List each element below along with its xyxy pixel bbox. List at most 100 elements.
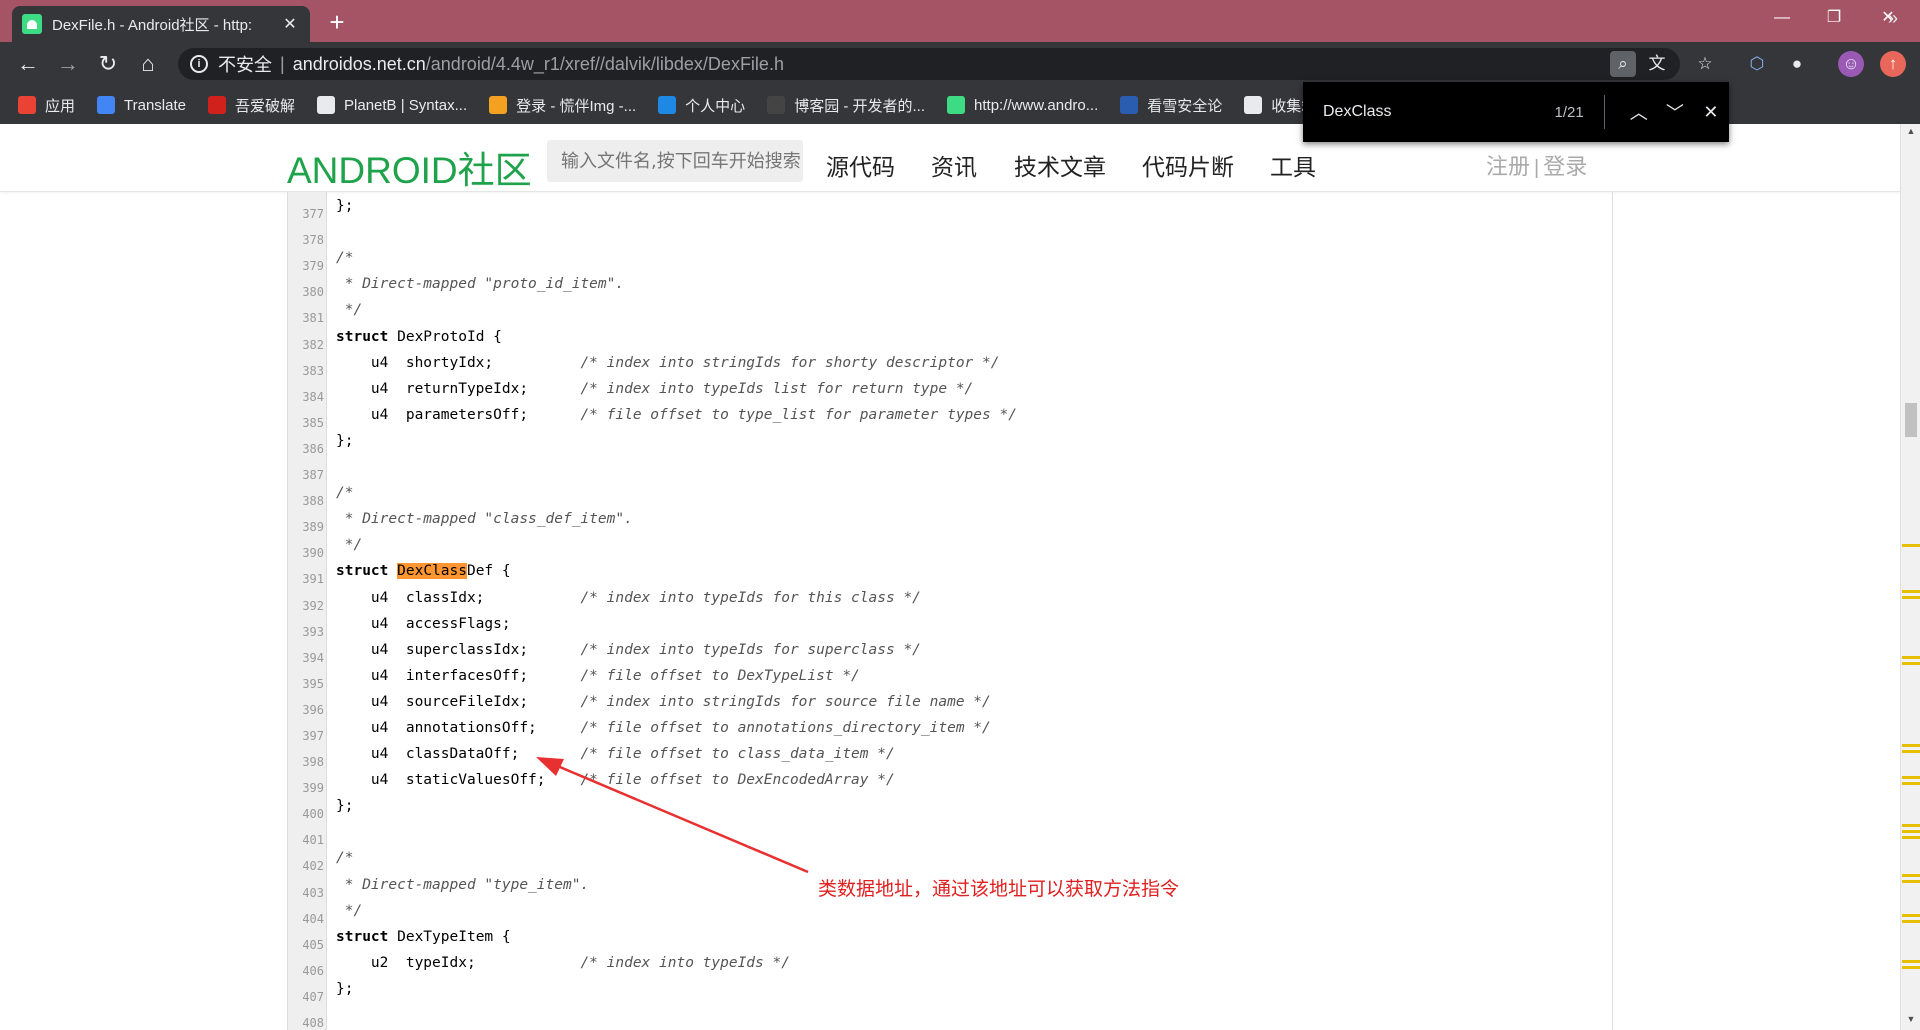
line-number[interactable]: 405 <box>288 938 324 952</box>
globe-icon <box>317 96 336 114</box>
translate-icon[interactable]: 文 <box>1644 51 1670 77</box>
url-host: androidos.net.cn <box>292 53 426 74</box>
nav-articles[interactable]: 技术文章 <box>1014 148 1106 182</box>
line-number[interactable]: 391 <box>288 572 324 586</box>
extension-cube-icon[interactable]: ⬡ <box>1744 51 1770 77</box>
line-number[interactable]: 407 <box>288 990 324 1004</box>
login-link[interactable]: 登录 <box>1543 154 1587 179</box>
line-number[interactable]: 384 <box>288 390 324 404</box>
code-line: 383 u4 shortyIdx; /* index into stringId… <box>288 353 1608 379</box>
google-translate-icon <box>97 96 116 114</box>
line-number[interactable]: 393 <box>288 625 324 639</box>
scrollbar-thumb[interactable] <box>1905 403 1917 437</box>
site-info-icon[interactable]: i <box>190 55 208 73</box>
line-number[interactable]: 382 <box>288 338 324 352</box>
nav-source[interactable]: 源代码 <box>826 148 895 182</box>
find-next-icon[interactable]: ﹀ <box>1657 99 1693 125</box>
code-line: 404 */ <box>288 901 1608 927</box>
line-number[interactable]: 377 <box>288 207 324 221</box>
line-number[interactable]: 381 <box>288 311 324 325</box>
address-bar[interactable]: i 不安全 | androidos.net.cn /android/4.4w_r… <box>178 48 1680 80</box>
code-text: u4 annotationsOff; /* file offset to ann… <box>336 719 991 736</box>
bookmark-item[interactable]: 看雪安全论 <box>1120 95 1222 116</box>
nav-tools[interactable]: 工具 <box>1270 148 1316 182</box>
scroll-up-icon[interactable]: ▲ <box>1901 126 1920 136</box>
line-number[interactable]: 385 <box>288 416 324 430</box>
bookmark-item[interactable]: 博客园 - 开发者的... <box>767 95 925 116</box>
line-number[interactable]: 401 <box>288 833 324 847</box>
line-number[interactable]: 404 <box>288 912 324 926</box>
extension-circle-icon[interactable]: ● <box>1784 51 1810 77</box>
find-input[interactable]: DexClass <box>1323 103 1495 121</box>
line-number[interactable]: 406 <box>288 964 324 978</box>
line-number[interactable]: 397 <box>288 729 324 743</box>
scroll-down-icon[interactable]: ▼ <box>1901 1014 1920 1024</box>
line-number[interactable]: 392 <box>288 599 324 613</box>
forward-arrow-icon[interactable]: → <box>54 50 82 78</box>
minimize-button[interactable]: — <box>1752 0 1812 36</box>
match-marker <box>1902 744 1920 747</box>
line-number[interactable]: 398 <box>288 755 324 769</box>
find-previous-icon[interactable]: ︿ <box>1621 99 1657 125</box>
line-number[interactable]: 390 <box>288 546 324 560</box>
find-page-icon[interactable]: ⌕ <box>1610 51 1636 77</box>
search-input[interactable] <box>547 140 803 182</box>
update-icon[interactable]: ↑ <box>1880 51 1906 77</box>
line-number[interactable]: 394 <box>288 651 324 665</box>
browser-tab[interactable]: DexFile.h - Android社区 - http: ✕ <box>12 6 310 42</box>
match-marker <box>1902 824 1920 827</box>
bookmark-item[interactable]: 个人中心 <box>658 95 745 116</box>
match-marker <box>1902 596 1920 599</box>
line-number[interactable]: 403 <box>288 886 324 900</box>
line-number[interactable]: 395 <box>288 677 324 691</box>
line-number[interactable]: 400 <box>288 807 324 821</box>
bookmark-item[interactable]: 登录 - 慌伴Img -... <box>489 95 636 116</box>
code-line: 397 u4 annotationsOff; /* file offset to… <box>288 718 1608 744</box>
line-number[interactable]: 380 <box>288 285 324 299</box>
line-number[interactable]: 378 <box>288 233 324 247</box>
bookmark-item[interactable]: PlanetB | Syntax... <box>317 96 467 114</box>
site-logo[interactable]: ANDROID社区 <box>287 140 532 194</box>
code-line: 380 * Direct-mapped "proto_id_item". <box>288 274 1608 300</box>
page-scrollbar[interactable]: ▲ ▼ <box>1900 124 1920 1030</box>
restore-button[interactable]: ❐ <box>1804 0 1864 36</box>
tab-close-icon[interactable]: ✕ <box>280 14 300 34</box>
code-line: 388 /* <box>288 483 1608 509</box>
auth-links: 注册 | 登录 <box>1486 149 1587 181</box>
profile-avatar-icon[interactable]: ☺ <box>1838 51 1864 77</box>
line-number[interactable]: 388 <box>288 494 324 508</box>
home-icon[interactable]: ⌂ <box>134 50 162 78</box>
code-line: 402 /* <box>288 848 1608 874</box>
bookmarks-overflow-icon[interactable]: » <box>1888 8 1898 29</box>
nav-news[interactable]: 资讯 <box>931 148 977 182</box>
line-number[interactable]: 387 <box>288 468 324 482</box>
new-tab-button[interactable]: + <box>322 8 352 38</box>
match-marker <box>1902 662 1920 665</box>
code-text: u4 accessFlags; <box>336 615 511 632</box>
kanxue-icon <box>1120 96 1139 114</box>
back-arrow-icon[interactable]: ← <box>14 50 42 78</box>
line-number[interactable]: 389 <box>288 520 324 534</box>
bookmark-item[interactable]: Translate <box>97 96 186 114</box>
line-number[interactable]: 379 <box>288 259 324 273</box>
register-link[interactable]: 注册 <box>1486 154 1530 179</box>
bookmark-item[interactable]: http://www.andro... <box>947 96 1098 114</box>
line-number[interactable]: 386 <box>288 442 324 456</box>
line-number[interactable]: 383 <box>288 364 324 378</box>
bookmark-label: 个人中心 <box>685 97 746 115</box>
code-text: */ <box>336 902 363 919</box>
line-number[interactable]: 399 <box>288 781 324 795</box>
line-number[interactable]: 408 <box>288 1016 324 1030</box>
bookmark-star-icon[interactable]: ☆ <box>1692 51 1718 77</box>
line-number[interactable]: 376 <box>288 192 324 195</box>
code-text: u4 sourceFileIdx; /* index into stringId… <box>336 693 991 710</box>
match-marker <box>1902 836 1920 839</box>
bookmark-item[interactable]: 吾爱破解 <box>208 95 295 116</box>
bookmark-item[interactable]: 应用 <box>18 95 75 116</box>
code-line: 398 u4 classDataOff; /* file offset to c… <box>288 744 1608 770</box>
line-number[interactable]: 396 <box>288 703 324 717</box>
line-number[interactable]: 402 <box>288 859 324 873</box>
reload-icon[interactable]: ↻ <box>94 50 122 78</box>
nav-snippets[interactable]: 代码片断 <box>1142 148 1234 182</box>
find-close-icon[interactable]: ✕ <box>1693 102 1729 123</box>
